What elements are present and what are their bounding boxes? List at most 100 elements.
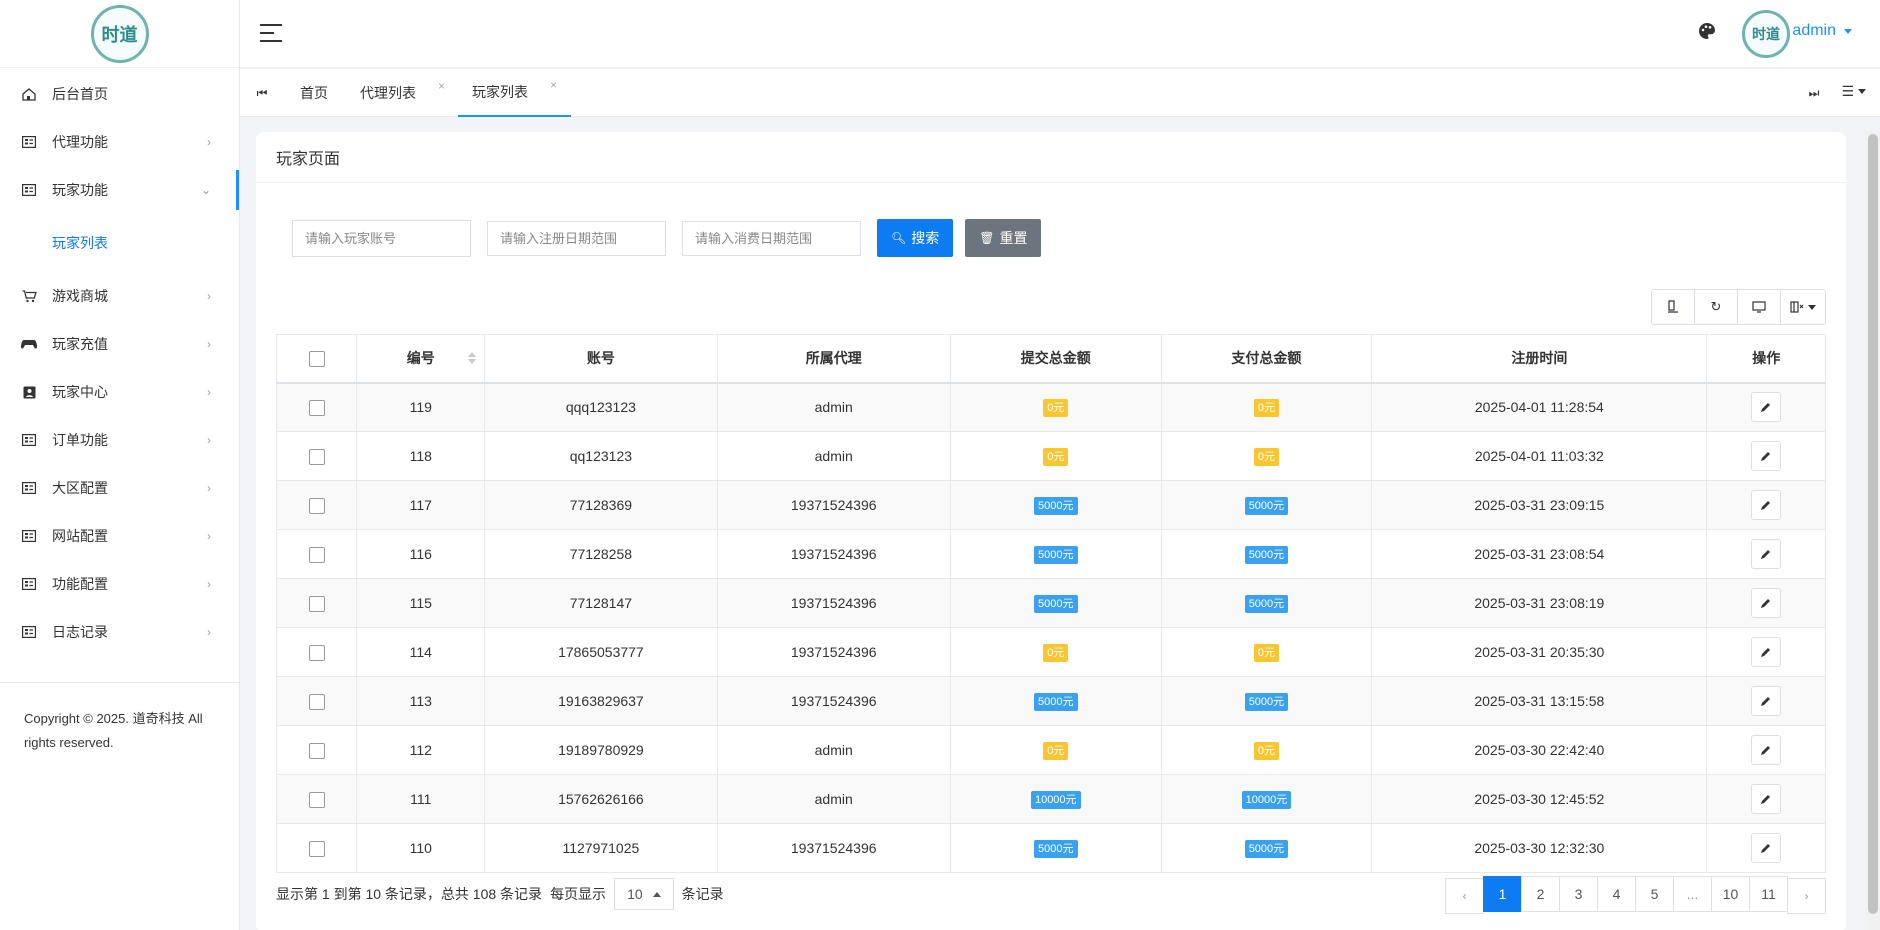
edit-icon[interactable] xyxy=(1751,735,1782,765)
page-button[interactable]: 2 xyxy=(1521,876,1560,912)
sidebar-item-6[interactable]: 订单功能 › xyxy=(0,416,239,464)
cell-agent: admin xyxy=(716,431,951,481)
scrollbar-thumb[interactable] xyxy=(1868,134,1878,914)
cell-id: 117 xyxy=(356,480,486,530)
row-checkbox[interactable] xyxy=(308,644,325,661)
row-checkbox[interactable] xyxy=(308,448,325,465)
sidebar-item-4[interactable]: 玩家充值 › xyxy=(0,320,239,368)
edit-icon[interactable] xyxy=(1751,392,1782,423)
sidebar-item-label: 游戏商城 xyxy=(52,288,108,304)
sidebar-item-10[interactable]: 日志记录 › xyxy=(0,608,239,656)
cell-id: 118 xyxy=(356,431,486,481)
amount-badge: 5000元 xyxy=(1034,545,1078,564)
logo-area: 时道 xyxy=(0,0,239,68)
row-select-cell xyxy=(275,529,358,579)
consume-date-input[interactable] xyxy=(682,220,861,256)
cell-pay-total: 5000元 xyxy=(1160,529,1373,579)
edit-icon[interactable] xyxy=(1751,441,1782,471)
row-checkbox[interactable] xyxy=(308,546,325,563)
sidebar-item-3[interactable]: 游戏商城 › xyxy=(0,272,239,320)
reset-button[interactable]: 🗑︎ 重置 xyxy=(965,219,1042,257)
column-header-register-time: 注册时间 xyxy=(1371,334,1708,384)
page-button[interactable]: 10 xyxy=(1711,876,1750,912)
next-page-button[interactable]: › xyxy=(1787,878,1826,914)
sidebar-subitem-player-list[interactable]: 玩家列表 xyxy=(0,214,239,272)
menu-toggle-icon[interactable] xyxy=(260,24,282,42)
sidebar-item-9[interactable]: 功能配置 › xyxy=(0,560,239,608)
tab-scroll-right-icon[interactable]: ⏭ xyxy=(1802,81,1826,105)
grid-icon xyxy=(20,577,38,591)
sidebar-item-8[interactable]: 网站配置 › xyxy=(0,512,239,560)
sidebar-item-2[interactable]: 玩家功能 ⌄ xyxy=(0,166,239,214)
chevron-right-icon: › xyxy=(207,289,211,303)
page-ellipsis[interactable]: ... xyxy=(1673,876,1712,912)
players-table: 编号 账号 所属代理 提交总金额 支付总金额 注册时间 操作 119 qqq123… xyxy=(275,334,1826,873)
tab-scroll-left-icon[interactable]: ⏮ xyxy=(250,81,274,105)
sidebar-item-5[interactable]: 玩家中心 › xyxy=(0,368,239,416)
edit-icon[interactable] xyxy=(1751,784,1782,814)
amount-badge: 0元 xyxy=(1253,398,1279,417)
cell-actions xyxy=(1706,725,1826,775)
cell-id: 113 xyxy=(356,676,486,726)
close-icon[interactable]: × xyxy=(550,78,557,92)
page-title: 玩家页面 xyxy=(256,132,1846,183)
select-all-checkbox[interactable] xyxy=(308,350,325,367)
row-select-cell xyxy=(275,431,358,481)
row-checkbox[interactable] xyxy=(308,791,325,808)
avatar[interactable]: 时道 xyxy=(1742,10,1790,58)
row-select-cell xyxy=(275,382,358,432)
columns-toggle-icon[interactable] xyxy=(1781,290,1825,324)
page-button[interactable]: 4 xyxy=(1597,876,1636,912)
amount-badge: 5000元 xyxy=(1244,839,1289,858)
page-button[interactable]: 1 xyxy=(1483,876,1522,912)
edit-icon[interactable] xyxy=(1751,833,1782,863)
sidebar-item-0[interactable]: 后台首页 xyxy=(0,70,239,118)
logo[interactable]: 时道 xyxy=(90,4,149,63)
page-size-select[interactable]: 10 xyxy=(614,878,674,910)
tab-0[interactable]: 首页 xyxy=(286,69,342,117)
chevron-right-icon: › xyxy=(207,385,211,399)
chevron-right-icon: › xyxy=(207,625,211,639)
register-date-input[interactable] xyxy=(487,220,666,256)
row-checkbox[interactable] xyxy=(308,399,325,416)
row-select-cell xyxy=(275,480,358,530)
gamepad-icon xyxy=(20,337,38,351)
search-button[interactable]: 🔍︎ 搜索 xyxy=(877,219,954,257)
edit-icon[interactable] xyxy=(1751,637,1782,667)
tab-options-menu[interactable]: ☰ xyxy=(1841,83,1866,100)
export-icon[interactable] xyxy=(1652,290,1695,324)
edit-icon[interactable] xyxy=(1751,490,1782,520)
page-scrollbar[interactable] xyxy=(1866,132,1880,930)
row-checkbox[interactable] xyxy=(308,595,325,612)
table-row: 112 19189780929 admin 0元 0元 2025-03-30 22:42:… xyxy=(275,725,1826,775)
cell-submit-total: 5000元 xyxy=(949,676,1162,726)
close-icon[interactable]: × xyxy=(438,79,445,93)
amount-badge: 0元 xyxy=(1253,741,1279,760)
cell-actions xyxy=(1706,627,1826,677)
prev-page-button[interactable]: ‹ xyxy=(1445,878,1484,914)
column-header-actions: 操作 xyxy=(1706,334,1826,384)
refresh-icon[interactable]: ↻ xyxy=(1695,290,1738,324)
row-checkbox[interactable] xyxy=(308,742,325,759)
cell-pay-total: 5000元 xyxy=(1160,578,1373,628)
edit-icon[interactable] xyxy=(1751,686,1782,716)
palette-icon[interactable] xyxy=(1698,22,1716,45)
account-input[interactable] xyxy=(292,219,471,257)
page-button[interactable]: 3 xyxy=(1559,876,1598,912)
column-header-id[interactable]: 编号 xyxy=(356,334,486,384)
user-name: admin xyxy=(1792,22,1836,39)
cell-submit-total: 10000元 xyxy=(949,774,1162,824)
row-checkbox[interactable] xyxy=(308,693,325,710)
sidebar-item-1[interactable]: 代理功能 › xyxy=(0,118,239,166)
page-button[interactable]: 5 xyxy=(1635,876,1674,912)
tab-1[interactable]: 代理列表 × xyxy=(346,69,459,117)
fullscreen-icon[interactable] xyxy=(1738,290,1781,324)
row-checkbox[interactable] xyxy=(308,497,325,514)
row-checkbox[interactable] xyxy=(308,840,325,857)
user-menu[interactable]: admin xyxy=(1792,22,1852,40)
tab-2[interactable]: 玩家列表 × xyxy=(458,69,572,117)
edit-icon[interactable] xyxy=(1751,588,1782,618)
page-button[interactable]: 11 xyxy=(1749,876,1788,912)
edit-icon[interactable] xyxy=(1751,539,1782,569)
sidebar-item-7[interactable]: 大区配置 › xyxy=(0,464,239,512)
